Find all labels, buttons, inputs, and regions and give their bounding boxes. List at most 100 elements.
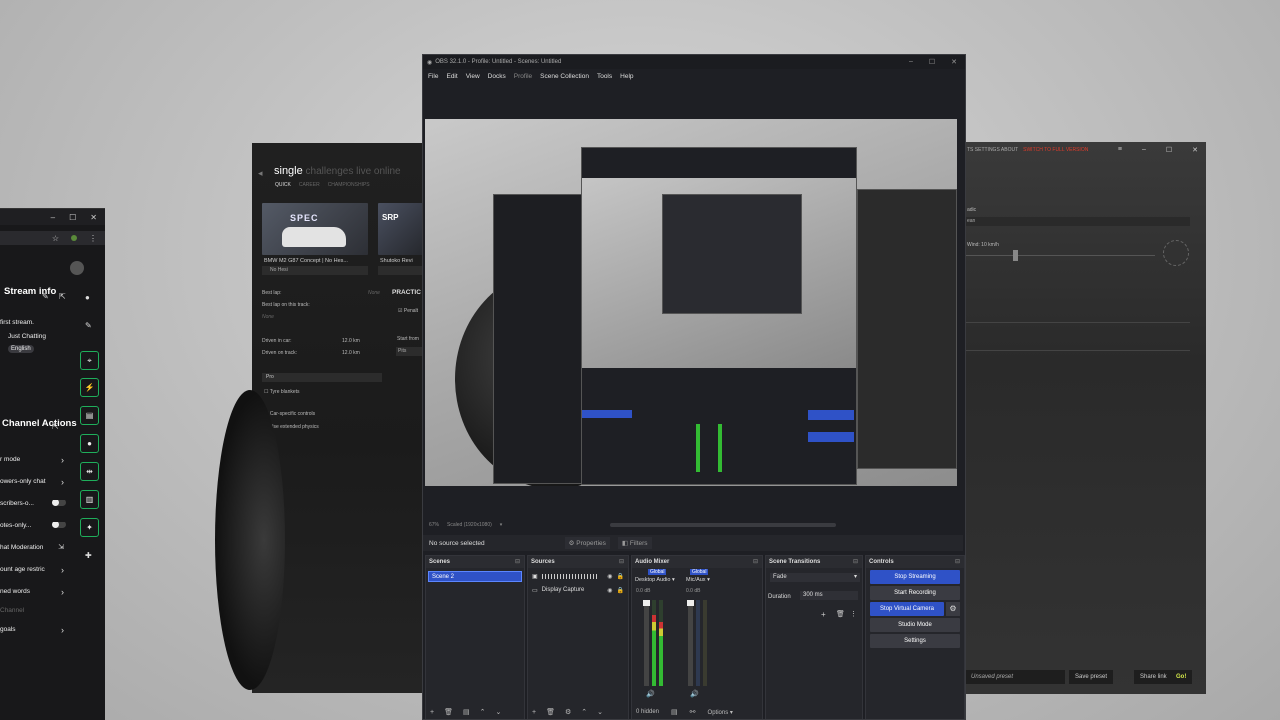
settings-button[interactable]: Settings (870, 634, 960, 648)
rail-button-split-icon[interactable]: ⇹ (80, 462, 99, 481)
wind-slider[interactable] (965, 255, 1155, 256)
menu-dots-icon[interactable]: ⋮ (89, 234, 97, 243)
menu-dots-icon[interactable]: ⋮ (850, 610, 857, 618)
transition-select[interactable]: Fade ▾ (770, 573, 860, 582)
close-icon[interactable]: ✕ (951, 58, 957, 66)
rail-button-chat-icon[interactable]: ● (80, 434, 99, 453)
car-card[interactable]: SPEC BMW M2 G87 Concept | No Hes... (262, 203, 368, 264)
track-card[interactable]: SRP Shutoko Revi (378, 203, 424, 264)
full-version-link[interactable]: SWITCH TO FULL VERSION (1023, 147, 1088, 153)
bookmark-star-icon[interactable]: ☆ (52, 234, 59, 243)
go-button[interactable]: Go! (1170, 670, 1193, 684)
action-row[interactable]: goals › (0, 626, 70, 633)
down-arrow-icon[interactable]: ⌄ (597, 708, 603, 716)
add-widget-icon[interactable]: ✚ (85, 551, 92, 560)
tyre-blankets-checkbox[interactable]: ☐ Tyre blankets (264, 389, 300, 395)
maximize-icon[interactable]: ☐ (69, 213, 76, 222)
avatar[interactable] (70, 261, 84, 275)
minimize-icon[interactable]: – (909, 58, 913, 66)
eye-icon[interactable]: ◉ (607, 573, 612, 580)
down-arrow-icon[interactable]: ⌄ (495, 708, 501, 716)
mixer-options-button[interactable]: Options ▾ (708, 709, 733, 716)
speaker-icon[interactable]: 🔊 (690, 690, 699, 698)
popout-icon[interactable]: ⇱ (52, 422, 59, 431)
rail-button-wrench-icon[interactable]: ✦ (80, 518, 99, 537)
start-recording-button[interactable]: Start Recording (870, 586, 960, 600)
category-label[interactable]: Just Chatting (8, 333, 46, 340)
menu-docks[interactable]: Docks (488, 73, 506, 80)
chevron-down-icon[interactable]: ▾ (500, 522, 503, 528)
minimize-icon[interactable]: – (51, 213, 55, 222)
stop-virtual-camera-button[interactable]: Stop Virtual Camera (870, 602, 944, 616)
up-arrow-icon[interactable]: ⌃ (581, 708, 587, 716)
lock-icon[interactable]: 🔒 (617, 587, 624, 594)
edit-icon[interactable]: ✎ (42, 292, 49, 301)
rail-button-scan-icon[interactable]: ⌖ (80, 351, 99, 370)
action-row[interactable]: otes-only... (0, 522, 70, 529)
action-row[interactable]: ount age restric › (0, 566, 70, 573)
studio-mode-button[interactable]: Studio Mode (870, 618, 960, 632)
action-row[interactable]: owers-only chat › (0, 478, 70, 485)
language-tag[interactable]: English (8, 345, 34, 353)
tab-quick[interactable]: QUICK (275, 182, 291, 188)
add-icon[interactable]: + (821, 610, 826, 619)
add-icon[interactable]: + (430, 709, 434, 716)
save-preset-button[interactable]: Save preset (1069, 670, 1114, 684)
filters-button[interactable]: ◧ Filters (617, 537, 652, 549)
menu-tools[interactable]: Tools (597, 73, 612, 80)
track-layout-dropdown[interactable] (378, 266, 424, 275)
top-links[interactable]: TS SETTINGS ABOUT (967, 147, 1018, 153)
scene-item[interactable]: Scene 2 (428, 571, 522, 582)
car-skin-dropdown[interactable]: No Hesi (262, 266, 368, 275)
action-row[interactable]: scribers-o... (0, 500, 70, 507)
link-icon[interactable]: ⚯ (690, 708, 696, 716)
trash-icon[interactable]: 🗑 (444, 708, 453, 716)
back-icon[interactable]: ◂ (258, 168, 263, 179)
start-from-dropdown[interactable]: Pits (396, 347, 424, 356)
info-icon[interactable]: ● (85, 293, 90, 302)
channel-name[interactable]: Mic/Aux ▾ (686, 577, 710, 583)
menu-view[interactable]: View (466, 73, 480, 80)
source-item[interactable]: ▣ ◉ 🔒 (532, 570, 624, 582)
scale-status[interactable]: Scaled (1920x1080) (447, 522, 492, 528)
weather-dropdown[interactable]: ean (965, 217, 1190, 226)
maximize-icon[interactable]: ☐ (1166, 146, 1172, 154)
maximize-icon[interactable]: ☐ (929, 58, 935, 66)
hamburger-icon[interactable]: ≡ (1118, 146, 1122, 154)
menu-help[interactable]: Help (620, 73, 633, 80)
car-specific-checkbox[interactable]: ☐ Car-specific controls (264, 411, 315, 417)
preview-canvas[interactable] (425, 119, 957, 486)
wind-direction-dial[interactable] (1163, 240, 1189, 266)
volume-slider[interactable] (687, 600, 694, 686)
up-arrow-icon[interactable]: ⌃ (480, 708, 486, 716)
minimize-icon[interactable]: – (1142, 146, 1146, 154)
extension-icon[interactable] (71, 235, 77, 241)
assist-preset-dropdown[interactable]: Pro (262, 373, 382, 382)
properties-button[interactable]: ⚙ Properties (564, 537, 610, 549)
add-icon[interactable]: + (532, 709, 536, 716)
menu-scene-collection[interactable]: Scene Collection (540, 73, 589, 80)
menu-edit[interactable]: Edit (446, 73, 457, 80)
preset-field[interactable]: Unsaved preset (965, 670, 1065, 684)
penalties-checkbox[interactable]: ☑ Penalt (398, 308, 418, 314)
trash-icon[interactable]: 🗑 (546, 708, 555, 716)
popout-icon[interactable]: ⇱ (59, 292, 66, 301)
zoom-level[interactable]: 67% (429, 522, 439, 528)
toggle-switch[interactable] (52, 500, 66, 506)
pencil-icon[interactable]: ✎ (85, 321, 92, 330)
channel-name[interactable]: Desktop Audio ▾ (635, 577, 675, 583)
action-row[interactable]: hat Moderation ⇲ (0, 544, 70, 551)
rail-button-server-icon[interactable]: ▥ (80, 490, 99, 509)
menu-file[interactable]: File (428, 73, 438, 80)
rail-button-bolt-icon[interactable]: ⚡ (80, 378, 99, 397)
share-link-button[interactable]: Share link (1134, 670, 1173, 684)
lock-icon[interactable]: 🔒 (617, 573, 624, 580)
menu-profile[interactable]: Profile (514, 73, 532, 80)
rail-button-clipboard-icon[interactable]: ▤ (80, 406, 99, 425)
horizontal-scrollbar[interactable] (610, 523, 837, 527)
close-icon[interactable]: ✕ (1192, 146, 1198, 154)
stop-streaming-button[interactable]: Stop Streaming (870, 570, 960, 584)
close-icon[interactable]: ✕ (90, 213, 97, 222)
filter-icon[interactable]: ▤ (463, 708, 470, 716)
eye-icon[interactable]: ◉ (607, 587, 612, 594)
